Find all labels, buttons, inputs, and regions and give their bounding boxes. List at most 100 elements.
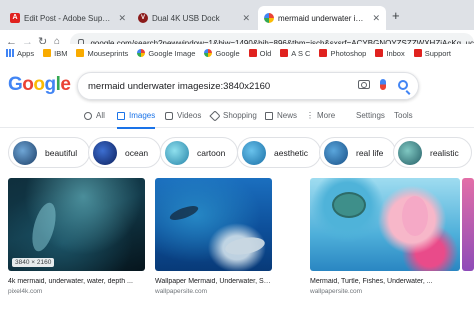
settings-link[interactable]: Settings [356, 111, 385, 120]
bookmark-label: A S C [291, 48, 311, 58]
adobe-icon [413, 49, 422, 57]
shopping-icon [209, 109, 221, 122]
size-badge: 3840 × 2160 [12, 258, 55, 267]
result-source[interactable]: wallpapersite.com [310, 288, 460, 295]
bookmark-google[interactable]: Google [204, 48, 240, 58]
tab-title: Edit Post - Adobe Support Com [24, 13, 115, 23]
browser-tab-adobe[interactable]: A Edit Post - Adobe Support Com ✕ [4, 6, 132, 30]
images-icon [117, 111, 125, 120]
image-result[interactable]: Wallpaper Mermaid, Underwater, Sharks ..… [155, 178, 272, 295]
bookmark-old[interactable]: Old [248, 49, 271, 58]
bookmark-label: Google [215, 48, 240, 58]
result-image[interactable] [155, 178, 272, 271]
chip-label: aesthetic [274, 147, 309, 158]
adobe-icon: A [10, 13, 20, 23]
result-image[interactable] [310, 178, 460, 271]
bookmark-apps[interactable]: Apps [6, 49, 34, 58]
turtle-figure [332, 192, 366, 218]
tab-news[interactable]: News [265, 111, 297, 120]
chip-ocean[interactable]: ocean [88, 137, 162, 168]
chip-thumbnail [324, 140, 348, 165]
bookmark-ibm[interactable]: IBM [43, 49, 67, 58]
tools-link[interactable]: Tools [394, 111, 413, 120]
mermaid-figure [402, 196, 428, 236]
video-icon [165, 111, 173, 120]
google-icon [137, 49, 146, 57]
adobe-icon [375, 49, 384, 57]
new-tab-button[interactable]: + [392, 8, 400, 23]
tab-shopping[interactable]: Shopping [209, 109, 257, 122]
mermaid-figure [27, 200, 61, 254]
microphone-icon[interactable] [380, 79, 386, 90]
result-source[interactable]: wallpapersite.com [155, 288, 272, 295]
settings-label: Settings [356, 111, 385, 120]
tab-title: Dual 4K USB Dock [152, 13, 220, 23]
search-icon [84, 111, 92, 120]
image-result-partial[interactable] [462, 178, 474, 271]
bookmark-mouseprints[interactable]: Mouseprints [76, 49, 128, 58]
bookmark-label: Google Image [148, 48, 196, 58]
search-input[interactable]: mermaid underwater imagesize:3840x2160 [77, 72, 419, 100]
google-icon [204, 49, 213, 57]
google-logo[interactable]: Google [8, 74, 71, 96]
bookmark-label: Apps [17, 48, 35, 58]
bookmarks-bar: Apps IBM Mouseprints Google Image Google… [0, 44, 474, 62]
result-image[interactable] [462, 178, 474, 271]
result-title[interactable]: 4k mermaid, underwater, water, depth ... [8, 278, 145, 285]
chip-real-life[interactable]: real life [319, 137, 397, 168]
chip-realistic[interactable]: realistic [393, 137, 472, 168]
v-icon: V [138, 13, 148, 23]
folder-icon [76, 49, 85, 57]
chip-thumbnail [93, 140, 117, 165]
camera-icon[interactable] [358, 80, 370, 89]
folder-icon [43, 49, 52, 57]
search-tabs: All Images Videos Shopping News ⋮ More Se… [0, 106, 474, 129]
tab-images[interactable]: Images [117, 111, 156, 129]
search-icon[interactable] [398, 79, 408, 90]
bookmark-label: IBM [54, 48, 68, 58]
chip-label: real life [356, 147, 384, 158]
chip-thumbnail [242, 140, 266, 165]
chip-thumbnail [398, 140, 422, 165]
chip-beautiful[interactable]: beautiful [8, 137, 91, 168]
bookmark-label: Mouseprints [87, 48, 129, 58]
google-icon [264, 13, 274, 23]
adobe-icon [248, 49, 257, 57]
apps-icon [6, 49, 14, 57]
tab-all[interactable]: All [84, 111, 105, 120]
shark-figure [168, 203, 200, 223]
chip-label: beautiful [45, 147, 78, 158]
browser-tab-dock[interactable]: V Dual 4K USB Dock ✕ [132, 6, 256, 30]
chip-thumbnail [13, 140, 37, 165]
result-title[interactable]: Mermaid, Turtle, Fishes, Underwater, ... [310, 278, 460, 285]
result-title[interactable]: Wallpaper Mermaid, Underwater, Sharks ..… [155, 278, 272, 285]
more-icon: ⋮ [306, 111, 314, 120]
close-icon[interactable]: ✕ [372, 13, 380, 24]
image-result[interactable]: 3840 × 2160 4k mermaid, underwater, wate… [8, 178, 145, 295]
news-icon [265, 111, 273, 120]
tab-label: Shopping [223, 111, 257, 120]
tab-videos[interactable]: Videos [165, 111, 201, 120]
bookmark-inbox[interactable]: Inbox [375, 48, 405, 58]
browser-tab-strip: A Edit Post - Adobe Support Com ✕ V Dual… [0, 0, 474, 30]
tab-more[interactable]: ⋮ More [306, 111, 335, 120]
chip-label: cartoon [197, 147, 226, 158]
tab-label: All [96, 111, 105, 120]
bookmark-support[interactable]: Support [413, 48, 451, 58]
result-image[interactable]: 3840 × 2160 [8, 178, 145, 271]
chip-label: ocean [125, 147, 149, 158]
bookmark-label: Inbox [386, 48, 405, 58]
result-source[interactable]: pixel4k.com [8, 288, 145, 295]
bookmark-google-image[interactable]: Google Image [137, 49, 195, 58]
chip-cartoon[interactable]: cartoon [160, 137, 239, 168]
bookmark-label: Support [424, 48, 451, 58]
close-icon[interactable]: ✕ [118, 13, 126, 24]
close-icon[interactable]: ✕ [242, 13, 250, 24]
bookmark-photoshop[interactable]: Photoshop [319, 49, 366, 58]
tools-label: Tools [394, 111, 413, 120]
tab-label: Videos [177, 111, 202, 120]
chip-aesthetic[interactable]: aesthetic [237, 137, 322, 168]
bookmark-asc[interactable]: A S C [280, 49, 310, 58]
image-result[interactable]: Mermaid, Turtle, Fishes, Underwater, ...… [310, 178, 460, 295]
browser-tab-google[interactable]: mermaid underwater imagesize: ✕ [258, 6, 386, 30]
